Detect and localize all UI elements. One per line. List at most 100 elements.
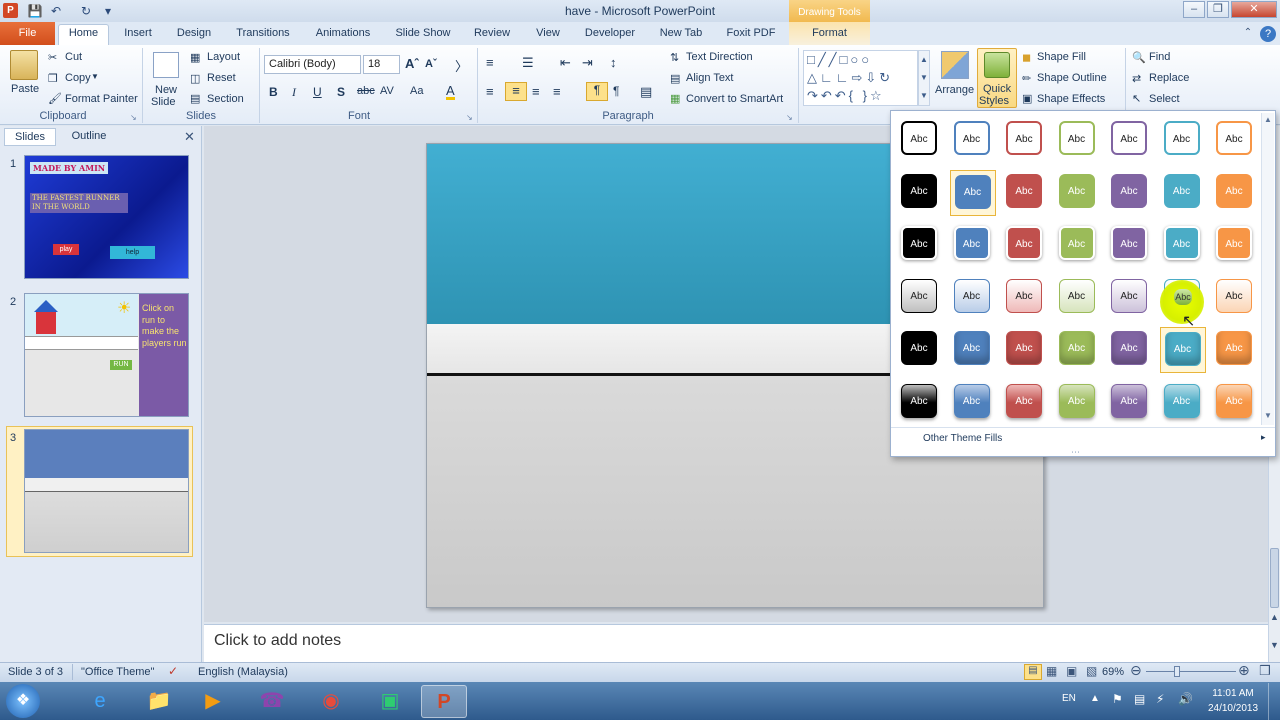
new-slide-icon[interactable] (153, 52, 179, 78)
shape-outline-icon[interactable]: ✏ (1022, 72, 1031, 85)
slide-show-view-icon[interactable]: ▧ (1086, 664, 1097, 678)
smartart-icon[interactable]: ▦ (670, 92, 680, 105)
tab-animations[interactable]: Animations (311, 22, 375, 46)
style-swatch-cell[interactable]: Abc (1107, 117, 1153, 163)
cut-button[interactable]: Cut (65, 51, 82, 63)
minimize-ribbon-icon[interactable]: ⌃ (1240, 27, 1256, 43)
font-size-combo[interactable]: 18 (363, 55, 400, 74)
style-swatch-cell[interactable]: Abc (1212, 327, 1258, 373)
paragraph-launcher-icon[interactable]: ↘ (786, 113, 793, 122)
text-direction-icon[interactable]: ⇅ (670, 51, 679, 64)
shape-effects-button[interactable]: Shape Effects (1037, 93, 1105, 105)
paste-icon[interactable] (10, 50, 38, 80)
notes-placeholder[interactable]: Click to add notes (214, 632, 341, 650)
align-text-button[interactable]: Align Text (686, 72, 734, 84)
tab-slides[interactable]: Slides (4, 128, 56, 146)
power-icon[interactable]: ⚡ (1156, 692, 1164, 706)
style-swatch-cell[interactable]: Abc (1002, 380, 1048, 426)
arrange-button[interactable]: Arrange (935, 84, 974, 96)
text-direction-button[interactable]: Text Direction (686, 51, 753, 63)
fit-slide-icon[interactable]: ❒ (1259, 663, 1271, 679)
style-swatch-cell[interactable]: Abc (1002, 170, 1048, 216)
input-language[interactable]: EN (1062, 693, 1076, 704)
zoom-in-icon[interactable]: ⊕ (1238, 662, 1250, 679)
style-swatch-cell[interactable]: Abc (897, 275, 943, 321)
scroll-thumb[interactable] (1270, 548, 1279, 608)
viber-icon[interactable]: ☎ (249, 685, 295, 718)
chrome-icon[interactable]: ◉ (308, 685, 354, 718)
select-button[interactable]: Select (1149, 93, 1180, 105)
style-swatch-cell[interactable]: Abc (1160, 117, 1206, 163)
zoom-level[interactable]: 69% (1102, 666, 1124, 678)
shape-fill-icon[interactable]: ◼ (1022, 51, 1031, 64)
style-swatch-cell[interactable]: Abc (1212, 275, 1258, 321)
prev-slide-icon[interactable]: ▲ (1270, 612, 1279, 622)
font-name-combo[interactable]: Calibri (Body) (264, 55, 361, 74)
justify-icon[interactable]: ≡ (553, 84, 561, 99)
normal-view-icon[interactable]: ▤ (1024, 664, 1042, 680)
notes-pane[interactable] (204, 624, 1268, 662)
help-icon[interactable]: ? (1260, 26, 1276, 42)
style-swatch-cell[interactable]: Abc (897, 327, 943, 373)
bullets-icon[interactable]: ≡ (486, 55, 494, 70)
tab-review[interactable]: Review (470, 22, 514, 46)
select-icon[interactable]: ↖ (1132, 92, 1141, 105)
style-swatch-cell[interactable]: Abc (1002, 327, 1048, 373)
shadow-icon[interactable]: S (337, 85, 345, 99)
new-slide-label-1[interactable]: New (155, 84, 177, 96)
tray-expand-icon[interactable]: ▲ (1090, 693, 1100, 704)
format-painter-button[interactable]: Format Painter (65, 93, 138, 105)
decrease-indent-icon[interactable]: ⇤ (560, 55, 571, 71)
gallery-scroll-down-icon[interactable]: ▼ (1264, 411, 1272, 420)
font-color-icon[interactable]: A (446, 84, 455, 100)
media-player-icon[interactable]: ▶ (190, 685, 236, 718)
convert-smartart-button[interactable]: Convert to SmartArt (686, 93, 783, 105)
slide-sorter-icon[interactable]: ▦ (1046, 664, 1057, 678)
clear-formatting-icon[interactable]: 〉 (455, 56, 468, 75)
gallery-scroll-up-icon[interactable]: ▲ (1264, 115, 1272, 124)
align-center-icon[interactable]: ≡ (505, 82, 527, 101)
replace-icon[interactable]: ⇄ (1132, 72, 1141, 85)
resize-grip-icon[interactable]: ⋯ (1071, 447, 1081, 458)
font-launcher-icon[interactable]: ↘ (466, 113, 473, 122)
rtl-text-icon[interactable]: ¶ (613, 84, 619, 98)
style-swatch-cell[interactable]: Abc (1212, 117, 1258, 163)
style-swatch-cell[interactable]: Abc (1002, 222, 1048, 268)
style-swatch-cell[interactable]: Abc (897, 170, 943, 216)
style-swatch-cell[interactable]: Abc (1107, 327, 1153, 373)
style-swatch-cell[interactable]: Abc (950, 380, 996, 426)
arrange-icon[interactable] (941, 51, 969, 79)
style-swatch-cell[interactable]: Abc (897, 380, 943, 426)
close-pane-icon[interactable]: ✕ (184, 129, 195, 145)
shape-fill-button[interactable]: Shape Fill (1037, 51, 1086, 63)
change-case-icon[interactable]: Aa (410, 85, 423, 97)
style-swatch-cell[interactable]: Abc (1055, 327, 1101, 373)
style-swatch-cell[interactable]: Abc (1055, 170, 1101, 216)
shrink-font-icon[interactable]: Aˇ (425, 58, 437, 70)
action-center-icon[interactable]: ⚑ (1112, 692, 1123, 706)
style-swatch-cell[interactable]: Abc (1107, 222, 1153, 268)
zoom-slider-thumb[interactable] (1174, 666, 1180, 677)
tab-slide-show[interactable]: Slide Show (391, 22, 455, 46)
close-button[interactable]: ✕ (1231, 1, 1277, 18)
spellcheck-icon[interactable]: ✓ (168, 664, 178, 678)
style-swatch-cell[interactable]: Abc (1002, 275, 1048, 321)
hovered-style-swatch[interactable]: Abc (1174, 289, 1192, 305)
reset-icon[interactable]: ◫ (190, 72, 200, 85)
minimize-button[interactable]: – (1183, 1, 1205, 18)
reading-view-icon[interactable]: ▣ (1066, 664, 1077, 678)
tab-foxit-pdf[interactable]: Foxit PDF (723, 22, 779, 46)
file-explorer-icon[interactable]: 📁 (136, 685, 182, 718)
strikethrough-icon[interactable]: abc (357, 85, 375, 97)
style-swatch-cell[interactable]: Abc (1055, 222, 1101, 268)
tab-transitions[interactable]: Transitions (232, 22, 294, 46)
grow-font-icon[interactable]: Aˆ (405, 56, 419, 71)
tab-insert[interactable]: Insert (118, 22, 158, 46)
theme-status[interactable]: "Office Theme" (81, 666, 154, 678)
show-desktop-button[interactable] (1268, 683, 1280, 720)
layout-button[interactable]: Layout (207, 51, 240, 63)
tab-outline[interactable]: Outline (58, 128, 120, 146)
tab-home[interactable]: Home (58, 22, 109, 46)
style-swatch-cell[interactable]: Abc (950, 275, 996, 321)
zoom-out-icon[interactable]: ⊖ (1130, 662, 1142, 679)
